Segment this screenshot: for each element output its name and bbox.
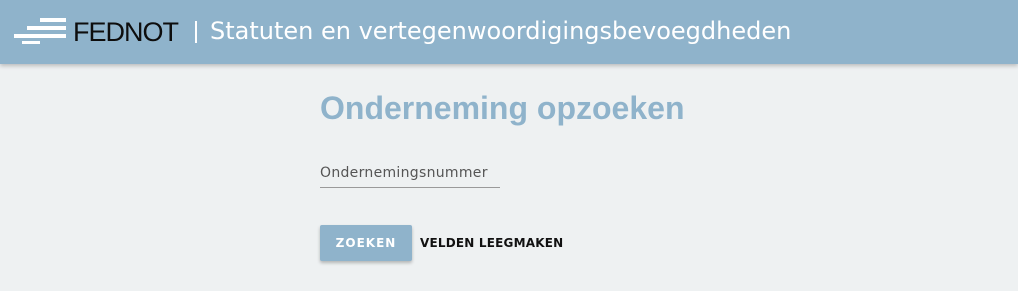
company-number-field [320, 158, 500, 188]
page-title: Onderneming opzoeken [320, 90, 685, 126]
header-divider [195, 21, 197, 43]
company-number-input[interactable] [320, 158, 500, 188]
fednot-logo-icon [14, 18, 66, 44]
app-header: FEDNOT Statuten en vertegenwoordigingsbe… [0, 0, 1018, 64]
brand-name: FEDNOT [73, 17, 179, 47]
clear-fields-button[interactable]: VELDEN LEEGMAKEN [418, 225, 565, 261]
app-title: Statuten en vertegenwoordigingsbevoegdhe… [210, 17, 792, 45]
search-button[interactable]: ZOEKEN [320, 225, 412, 261]
